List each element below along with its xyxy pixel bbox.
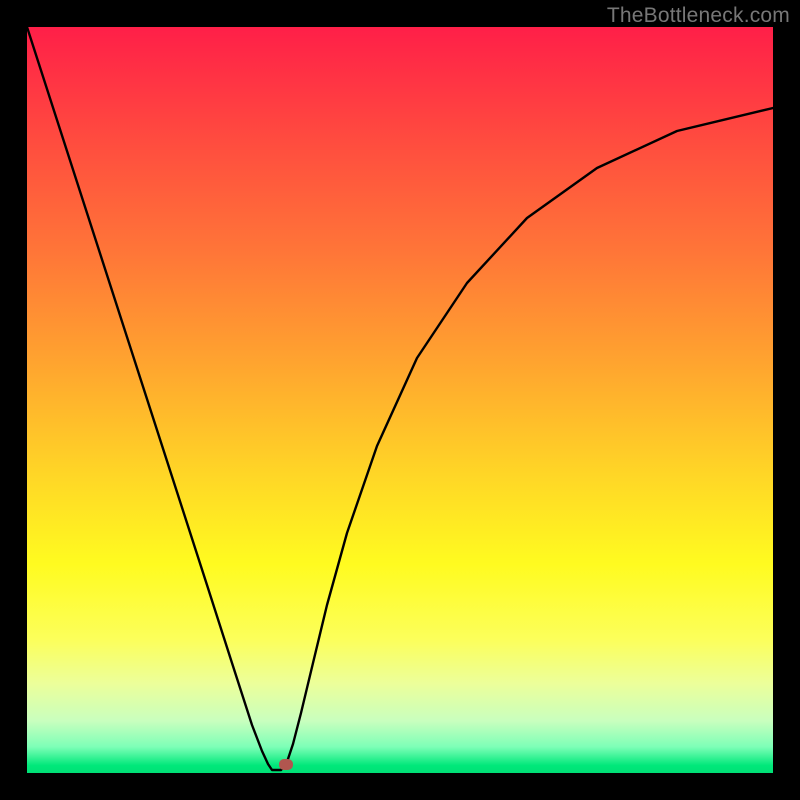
- optimal-point-marker: [279, 759, 293, 770]
- watermark-text: TheBottleneck.com: [607, 4, 790, 28]
- plot-area: [27, 27, 773, 773]
- chart-frame: TheBottleneck.com: [0, 0, 800, 800]
- bottleneck-curve: [27, 27, 773, 773]
